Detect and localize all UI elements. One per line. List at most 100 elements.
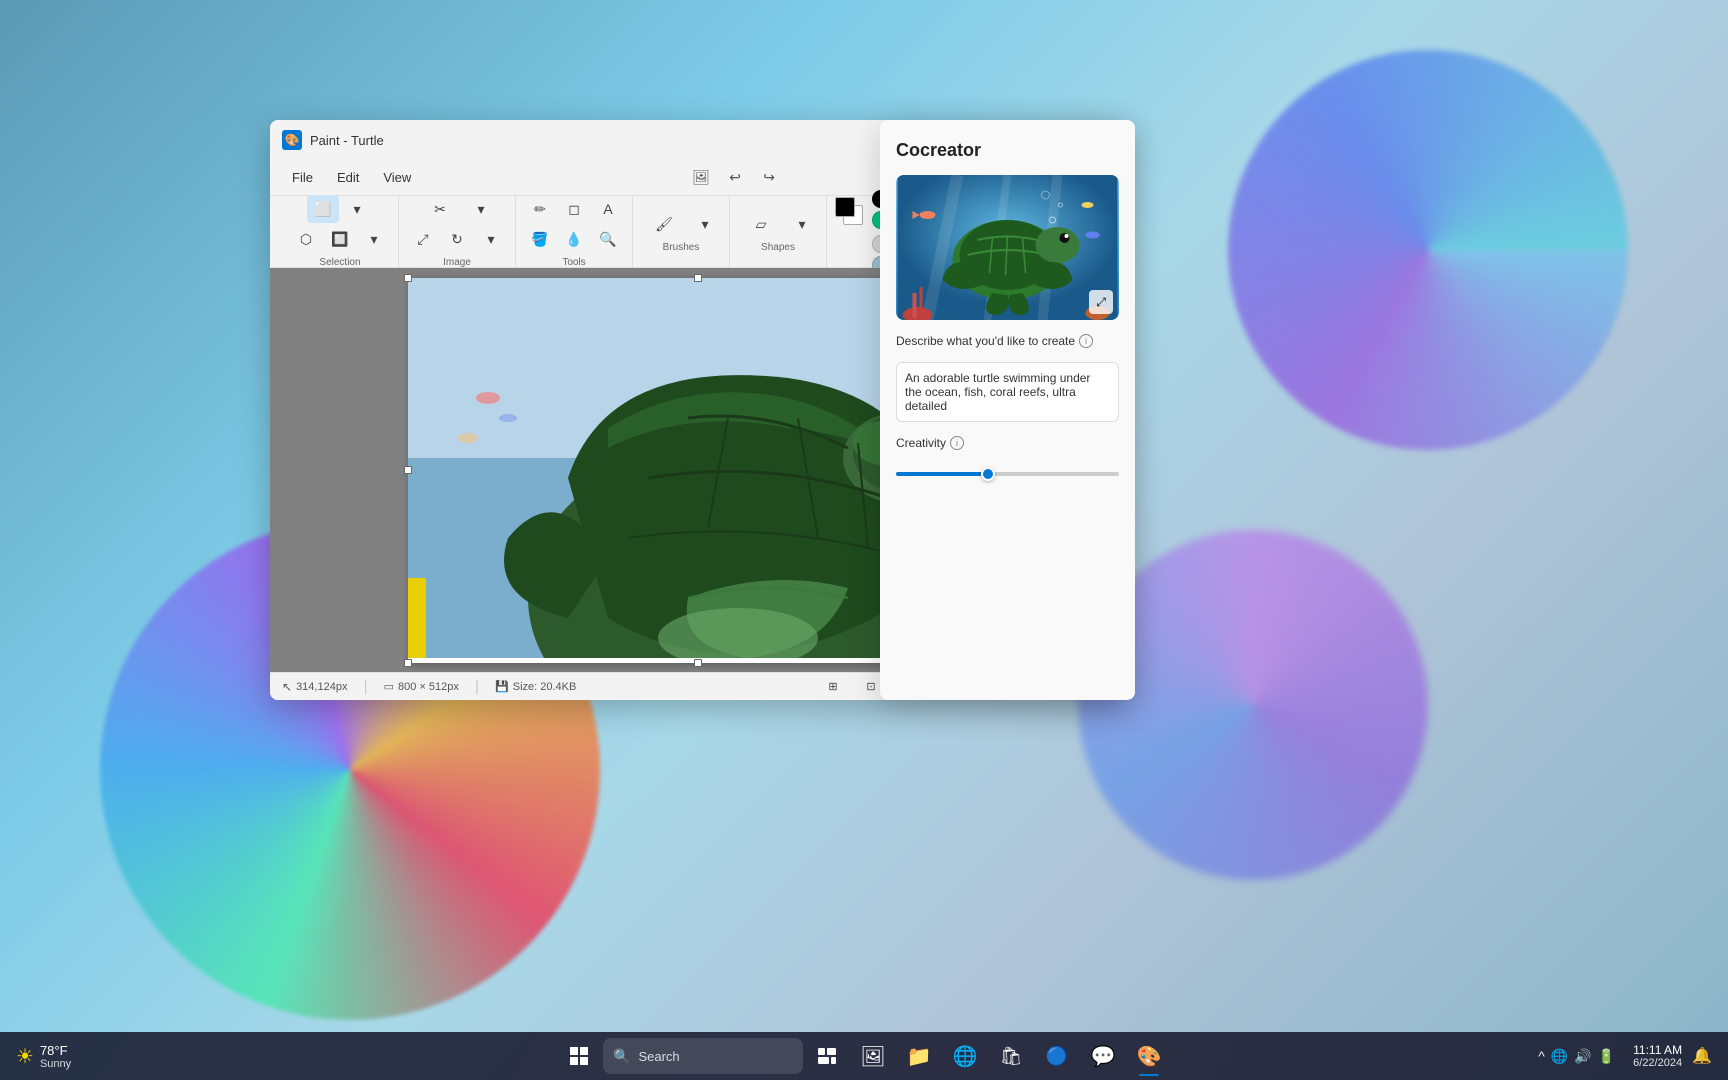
creativity-track[interactable] bbox=[896, 472, 1119, 476]
eraser-tool[interactable]: ◻ bbox=[558, 195, 590, 223]
magnify-tool[interactable]: 🔍 bbox=[592, 225, 624, 253]
shapes-group: ▱ ▾ Shapes bbox=[730, 196, 827, 267]
start-button[interactable] bbox=[557, 1034, 601, 1078]
tray-battery[interactable]: 🔋 bbox=[1598, 1048, 1615, 1065]
canvas-dimensions-item: ▭ 800 × 512px bbox=[384, 680, 459, 693]
weather-temp: 78°F bbox=[40, 1043, 71, 1058]
describe-textarea[interactable]: An adorable turtle swimming under the oc… bbox=[896, 362, 1119, 422]
taskbar: 🔍 Search 🖼 📁 🌐 🛍 🔵 💬 🎨 bbox=[0, 1032, 1728, 1080]
clock-area[interactable]: 11:11 AM 6/22/2024 bbox=[1629, 1043, 1686, 1069]
free-select-tool[interactable]: ⬡ bbox=[290, 225, 322, 253]
resize-tool[interactable]: ⤢ bbox=[407, 225, 439, 253]
paint-taskbar-button[interactable]: 🎨 bbox=[1127, 1034, 1171, 1078]
pencil-tool[interactable]: ✏ bbox=[524, 195, 556, 223]
shapes-tool[interactable]: ▱ bbox=[738, 210, 784, 238]
file-size-item: 💾 Size: 20.4KB bbox=[495, 680, 576, 693]
rotate-options[interactable]: ▾ bbox=[475, 225, 507, 253]
window-title: Paint - Turtle bbox=[310, 133, 971, 148]
edge-dev-button[interactable]: 🔵 bbox=[1035, 1034, 1079, 1078]
size-icon: 💾 bbox=[495, 680, 509, 693]
describe-label: Describe what you'd like to create i bbox=[896, 334, 1119, 348]
weather-widget[interactable]: ☀ 78°F Sunny bbox=[16, 1036, 71, 1076]
selection-group: ⬜ ▾ ⬡ 🔲 ▾ Selection bbox=[282, 196, 399, 267]
task-view-icon bbox=[818, 1048, 836, 1064]
fill-select-options[interactable]: ▾ bbox=[358, 225, 390, 253]
creativity-thumb[interactable] bbox=[981, 467, 995, 481]
notification-button[interactable]: 🔔 bbox=[1692, 1046, 1712, 1066]
file-size: Size: 20.4KB bbox=[513, 681, 577, 693]
image-select-tool[interactable]: 🔲 bbox=[324, 225, 356, 253]
taskbar-search[interactable]: 🔍 Search bbox=[603, 1038, 803, 1074]
cursor-coords: 314,124px bbox=[296, 681, 347, 693]
desktop-swirl-right bbox=[1228, 50, 1628, 450]
brush-tool[interactable]: 🖌 bbox=[641, 210, 687, 238]
tray-volume[interactable]: 🔊 bbox=[1574, 1048, 1591, 1065]
fill-tool[interactable]: 🪣 bbox=[524, 225, 556, 253]
taskbar-search-icon: 🔍 bbox=[613, 1048, 630, 1065]
weather-info: 78°F Sunny bbox=[40, 1043, 71, 1070]
turtle-preview-image bbox=[896, 175, 1119, 320]
cocreator-image-preview: ⤢ bbox=[896, 175, 1119, 320]
zoom-fit-btn[interactable]: ⊞ bbox=[817, 673, 849, 701]
undo-button[interactable]: ↩ bbox=[720, 164, 750, 192]
image-options[interactable]: ▾ bbox=[465, 195, 497, 223]
cocreator-title: Cocreator bbox=[896, 140, 1119, 161]
image-action-btn[interactable]: 🖼 bbox=[686, 164, 716, 192]
weather-icon: ☀ bbox=[16, 1044, 34, 1069]
handle-bl[interactable] bbox=[404, 659, 412, 667]
brushes-group: 🖌 ▾ Brushes bbox=[633, 196, 730, 267]
system-tray: ^ 🌐 🔊 🔋 11:11 AM 6/22/2024 🔔 bbox=[1530, 1032, 1712, 1080]
shapes-label: Shapes bbox=[761, 242, 795, 253]
cursor-position: ↖ 314,124px bbox=[282, 680, 347, 694]
creativity-info-icon[interactable]: i bbox=[950, 436, 964, 450]
menu-view[interactable]: View bbox=[373, 166, 421, 189]
expand-preview-button[interactable]: ⤢ bbox=[1089, 290, 1113, 314]
handle-bm[interactable] bbox=[694, 659, 702, 667]
start-icon bbox=[570, 1047, 588, 1065]
shapes-options[interactable]: ▾ bbox=[786, 210, 818, 238]
file-explorer-button[interactable]: 📁 bbox=[897, 1034, 941, 1078]
image-label: Image bbox=[443, 257, 471, 268]
tools-group: ✏ ◻ A 🪣 💧 🔍 Tools bbox=[516, 196, 633, 267]
rect-select-tool[interactable]: ⬜ bbox=[307, 195, 339, 223]
menu-edit[interactable]: Edit bbox=[327, 166, 369, 189]
canvas-dimensions: 800 × 512px bbox=[398, 681, 459, 693]
image-group: ✂ ▾ ⤢ ↻ ▾ Image bbox=[399, 196, 516, 267]
brushes-label: Brushes bbox=[663, 242, 700, 253]
select-options-btn[interactable]: ▾ bbox=[341, 195, 373, 223]
handle-tm[interactable] bbox=[694, 274, 702, 282]
teams-button[interactable]: 💬 bbox=[1081, 1034, 1125, 1078]
store-button[interactable]: 🛍 bbox=[989, 1034, 1033, 1078]
taskbar-center: 🔍 Search 🖼 📁 🌐 🛍 🔵 💬 🎨 bbox=[557, 1034, 1171, 1078]
menu-file[interactable]: File bbox=[282, 166, 323, 189]
describe-info-icon[interactable]: i bbox=[1079, 334, 1093, 348]
tray-icons: ^ 🌐 🔊 🔋 bbox=[1530, 1048, 1623, 1065]
status-sep2: | bbox=[475, 678, 479, 696]
creativity-label-text: Creativity bbox=[896, 436, 946, 450]
paint-app-icon: 🎨 bbox=[282, 130, 302, 150]
crop-tool[interactable]: ✂ bbox=[417, 195, 463, 223]
clock-time: 11:11 AM bbox=[1633, 1043, 1682, 1057]
cursor-icon: ↖ bbox=[282, 680, 292, 694]
rotate-tool[interactable]: ↻ bbox=[441, 225, 473, 253]
dimensions-icon: ▭ bbox=[384, 680, 394, 693]
brush-options[interactable]: ▾ bbox=[689, 210, 721, 238]
selection-label: Selection bbox=[319, 257, 360, 268]
text-tool[interactable]: A bbox=[592, 195, 624, 223]
tray-network[interactable]: 🌐 bbox=[1551, 1048, 1568, 1065]
edge-browser-button[interactable]: 🌐 bbox=[943, 1034, 987, 1078]
tray-chevron[interactable]: ^ bbox=[1538, 1048, 1545, 1064]
cocreator-panel: Cocreator bbox=[880, 120, 1135, 700]
preview-svg bbox=[896, 175, 1119, 320]
photos-app-button[interactable]: 🖼 bbox=[851, 1034, 895, 1078]
creativity-slider-container bbox=[896, 464, 1119, 484]
handle-tl[interactable] bbox=[404, 274, 412, 282]
handle-ml[interactable] bbox=[404, 466, 412, 474]
color-picker-tool[interactable]: 💧 bbox=[558, 225, 590, 253]
color1-swatch[interactable] bbox=[835, 197, 855, 217]
task-view-button[interactable] bbox=[805, 1034, 849, 1078]
status-sep1: | bbox=[363, 678, 367, 696]
creativity-label: Creativity i bbox=[896, 436, 1119, 450]
redo-button[interactable]: ↪ bbox=[754, 164, 784, 192]
taskbar-search-text: Search bbox=[638, 1049, 679, 1064]
